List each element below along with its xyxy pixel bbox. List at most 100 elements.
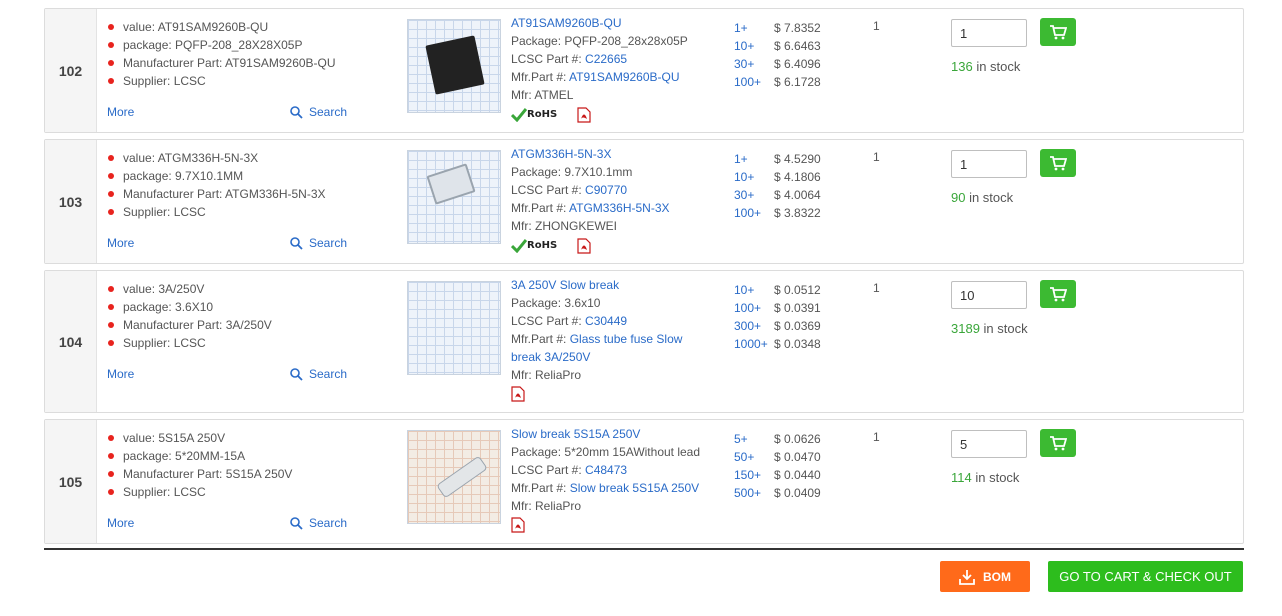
tier-price: $ 0.0512 (774, 283, 821, 297)
more-link[interactable]: More (107, 105, 134, 119)
row-number: 105 (45, 420, 97, 543)
add-to-cart-button[interactable] (1040, 429, 1076, 457)
attribute-list: value: 3A/250V package: 3.6X10 Manufactu… (107, 280, 357, 352)
part-row: 102 value: AT91SAM9260B-QU package: PQFP… (44, 8, 1244, 133)
mfr-part-link[interactable]: AT91SAM9260B-QU (569, 70, 680, 84)
product-info: AT91SAM9260B-QU Package: PQFP-208_28x28x… (511, 14, 711, 124)
quantity-input[interactable] (951, 150, 1027, 178)
rohs-icon: RoHS (511, 237, 557, 255)
attribute-value: value: 3A/250V (107, 280, 357, 298)
search-link[interactable]: Search (290, 516, 347, 530)
search-link[interactable]: Search (290, 105, 347, 119)
attribute-supplier: Supplier: LCSC (107, 72, 357, 90)
pdf-icon[interactable] (511, 386, 525, 402)
price-tiers: 1+ $ 4.5290 10+ $ 4.1806 30+ $ 4.0064 100+ $… (734, 150, 834, 222)
search-link[interactable]: Search (290, 236, 347, 250)
attribute-manufacturer-part: Manufacturer Part: ATGM336H-5N-3X (107, 185, 357, 203)
tier-quantity: 1000+ (734, 337, 768, 351)
tier-quantity: 100+ (734, 301, 762, 315)
tier-price: $ 0.0470 (774, 450, 821, 464)
tier-price: $ 4.5290 (774, 152, 821, 166)
pdf-icon[interactable] (577, 107, 591, 123)
package-value: PQFP-208_28x28x05P (564, 34, 688, 48)
add-to-cart-button[interactable] (1040, 280, 1076, 308)
search-icon (290, 516, 303, 530)
checkout-button[interactable]: GO TO CART & CHECK OUT (1048, 561, 1243, 592)
search-label: Search (309, 516, 348, 530)
bom-button[interactable]: BOM (940, 561, 1030, 592)
tier-price: $ 3.8322 (774, 206, 821, 220)
attribute-list: value: ATGM336H-5N-3X package: 9.7X10.1M… (107, 149, 357, 221)
tier-quantity: 30+ (734, 57, 755, 71)
product-title-link[interactable]: AT91SAM9260B-QU (511, 14, 711, 32)
min-order-quantity: 1 (873, 150, 880, 164)
stock-status: 114 in stock (951, 470, 1020, 485)
quantity-input[interactable] (951, 19, 1027, 47)
stock-status: 136 in stock (951, 59, 1021, 74)
lcsc-part-link[interactable]: C48473 (585, 463, 627, 477)
tier-price: $ 4.1806 (774, 170, 821, 184)
row-number: 103 (45, 140, 97, 263)
quantity-input[interactable] (951, 281, 1027, 309)
attribute-package: package: 5*20MM-15A (107, 447, 357, 465)
attribute-list: value: 5S15A 250V package: 5*20MM-15A Ma… (107, 429, 357, 501)
cart-icon (1050, 436, 1067, 451)
product-image[interactable] (407, 281, 501, 375)
search-label: Search (309, 105, 348, 119)
tier-price: $ 0.0369 (774, 319, 821, 333)
attribute-package: package: PQFP-208_28X28X05P (107, 36, 357, 54)
mfr-part-link[interactable]: Slow break 5S15A 250V (570, 481, 699, 495)
product-image[interactable] (407, 150, 501, 244)
search-icon (290, 105, 303, 119)
tier-price: $ 0.0391 (774, 301, 821, 315)
package-value: 5*20mm 15AWithout lead (564, 445, 701, 459)
rohs-icon: RoHS (511, 106, 557, 124)
product-title-link[interactable]: ATGM336H-5N-3X (511, 145, 711, 163)
add-to-cart-button[interactable] (1040, 149, 1076, 177)
cart-icon (1050, 25, 1067, 40)
attribute-manufacturer-part: Manufacturer Part: 3A/250V (107, 316, 357, 334)
download-icon (959, 569, 975, 585)
tier-quantity: 5+ (734, 432, 748, 446)
product-image[interactable] (407, 19, 501, 113)
package-value: 9.7X10.1mm (564, 165, 633, 179)
pdf-icon[interactable] (511, 517, 525, 533)
search-label: Search (309, 367, 348, 381)
lcsc-part-link[interactable]: C22665 (585, 52, 627, 66)
row-number: 104 (45, 271, 97, 412)
quantity-input[interactable] (951, 430, 1027, 458)
tier-price: $ 0.0348 (774, 337, 821, 351)
attribute-value: value: AT91SAM9260B-QU (107, 18, 357, 36)
part-row: 105 value: 5S15A 250V package: 5*20MM-15… (44, 419, 1244, 544)
product-title-link[interactable]: 3A 250V Slow break (511, 276, 711, 294)
attribute-manufacturer-part: Manufacturer Part: AT91SAM9260B-QU (107, 54, 357, 72)
attribute-supplier: Supplier: LCSC (107, 334, 357, 352)
attribute-list: value: AT91SAM9260B-QU package: PQFP-208… (107, 18, 357, 90)
search-link[interactable]: Search (290, 367, 347, 381)
min-order-quantity: 1 (873, 19, 880, 33)
search-label: Search (309, 236, 348, 250)
price-tiers: 1+ $ 7.8352 10+ $ 6.6463 30+ $ 6.4096 100+ $… (734, 19, 834, 91)
bom-label: BOM (983, 569, 1011, 584)
attribute-manufacturer-part: Manufacturer Part: 5S15A 250V (107, 465, 357, 483)
lcsc-part-link[interactable]: C90770 (585, 183, 627, 197)
product-image[interactable] (407, 430, 501, 524)
attribute-value: value: 5S15A 250V (107, 429, 357, 447)
more-link[interactable]: More (107, 367, 134, 381)
mfr-part-link[interactable]: ATGM336H-5N-3X (569, 201, 669, 215)
product-title-link[interactable]: Slow break 5S15A 250V (511, 425, 711, 443)
attribute-supplier: Supplier: LCSC (107, 483, 357, 501)
min-order-quantity: 1 (873, 430, 880, 444)
tier-quantity: 500+ (734, 486, 762, 500)
add-to-cart-button[interactable] (1040, 18, 1076, 46)
pdf-icon[interactable] (577, 238, 591, 254)
tier-price: $ 0.0626 (774, 432, 821, 446)
manufacturer-name: ATMEL (534, 88, 574, 102)
more-link[interactable]: More (107, 236, 134, 250)
more-link[interactable]: More (107, 516, 134, 530)
cart-icon (1050, 287, 1067, 302)
package-value: 3.6x10 (564, 296, 601, 310)
lcsc-part-link[interactable]: C30449 (585, 314, 627, 328)
tier-price: $ 6.1728 (774, 75, 821, 89)
price-tiers: 10+ $ 0.0512 100+ $ 0.0391 300+ $ 0.0369 10… (734, 281, 834, 353)
